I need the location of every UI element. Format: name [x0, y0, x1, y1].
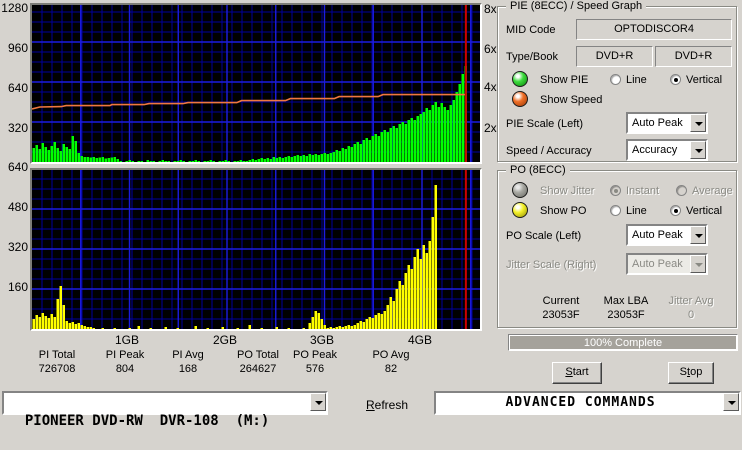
show-pie-led-button[interactable] [512, 71, 528, 87]
stat-value: 168 [178, 363, 198, 375]
stat-label: PI Avg [172, 349, 204, 361]
drive-select-value: PIONEER DVD-RW DVR-108 (M:) [24, 413, 270, 429]
mid-code-field: OPTODISCOR4 [576, 19, 732, 40]
po-line-label: Line [626, 205, 647, 217]
po-scale-dropdown-arrow-icon[interactable] [690, 226, 706, 244]
type-field: DVD+R [576, 46, 653, 67]
start-label-accel: S [565, 366, 573, 378]
speed-accuracy-select[interactable]: Accuracy [626, 139, 708, 161]
jitter-instant-label: Instant [626, 185, 660, 197]
jitter-avg-label: Jitter Avg [668, 295, 714, 307]
pie-y-tick: 960 [7, 41, 28, 55]
po-line-radio[interactable] [610, 205, 621, 216]
start-label: tart [572, 366, 589, 378]
po-graph-canvas [32, 170, 480, 329]
show-speed-led-button[interactable] [512, 91, 528, 107]
stat-value: 576 [305, 363, 325, 375]
show-po-led-button[interactable] [512, 202, 528, 218]
scan-progress-bar: 100% Complete [508, 334, 738, 351]
pie-speed-graph [30, 3, 482, 164]
po-groupbox: PO (8ECC) Show Jitter Instant Average Sh… [497, 164, 737, 328]
speed-accuracy-value: Accuracy [632, 144, 678, 156]
stat-po-peak: PO Peak 576 [275, 349, 355, 375]
po-scale-select[interactable]: Auto Peak [626, 224, 708, 246]
stop-label: S [679, 366, 688, 378]
pie-scale-value: Auto Peak [632, 117, 683, 129]
scan-progress-fill: 100% Complete [510, 336, 736, 349]
show-speed-label: Show Speed [540, 94, 603, 106]
x-axis-tick: 3GB [309, 333, 334, 347]
jitter-scale-select: Auto Peak [626, 253, 708, 275]
po-groupbox-title: PO (8ECC) [506, 164, 570, 176]
po-scale-label: PO Scale (Left) [506, 230, 582, 242]
pie-vertical-label: Vertical [686, 74, 723, 86]
jitter-scale-label: Jitter Scale (Right) [506, 259, 597, 271]
show-po-label: Show PO [540, 205, 587, 217]
pie-line-label: Line [626, 74, 647, 86]
jitter-avg-stat: Jitter Avg 0 [651, 295, 731, 321]
stop-label: op [690, 366, 703, 378]
po-y-tick: 320 [7, 240, 28, 254]
pie-line-radio[interactable] [610, 74, 621, 85]
speed-accuracy-label: Speed / Accuracy [506, 145, 592, 157]
pie-scale-dropdown-arrow-icon[interactable] [690, 114, 706, 132]
po-vertical-label: Vertical [686, 205, 723, 217]
pie-y-tick: 640 [7, 81, 28, 95]
show-pie-label: Show PIE [540, 74, 589, 86]
stat-pi-avg: PI Avg 168 [148, 349, 228, 375]
jitter-scale-value: Auto Peak [632, 258, 683, 270]
stat-value: 82 [384, 363, 398, 375]
drive-select-dropdown-arrow-icon[interactable] [310, 393, 326, 411]
show-jitter-led-button [512, 182, 528, 198]
x-axis-tick: 1GB [114, 333, 139, 347]
mid-code-value: OPTODISCOR4 [614, 23, 694, 35]
advanced-commands-value: ADVANCED COMMANDS [505, 395, 656, 410]
stat-label: PO Avg [372, 349, 410, 361]
type-value: DVD+R [595, 50, 634, 62]
jitter-scale-dropdown-arrow-icon [690, 255, 706, 273]
po-y-tick: 480 [7, 200, 28, 214]
x-axis-tick: 4GB [407, 333, 432, 347]
start-button[interactable]: Start [552, 362, 602, 384]
type-book-label: Type/Book [506, 51, 558, 63]
book-value: DVD+R [674, 50, 713, 62]
pie-scale-select[interactable]: Auto Peak [626, 112, 708, 134]
refresh-label: efresh [374, 398, 409, 412]
po-y-tick: 640 [7, 160, 28, 174]
drive-select[interactable]: PIONEER DVD-RW DVR-108 (M:) [2, 391, 328, 429]
jitter-avg-value: 0 [687, 309, 695, 321]
mid-code-label: MID Code [506, 24, 556, 36]
pie-scale-label: PIE Scale (Left) [506, 118, 584, 130]
po-scale-value: Auto Peak [632, 229, 683, 241]
po-vertical-radio[interactable] [670, 205, 681, 216]
book-field: DVD+R [655, 46, 732, 67]
jitter-instant-radio [610, 185, 621, 196]
stat-label: PO Peak [292, 349, 338, 361]
speed-accuracy-dropdown-arrow-icon[interactable] [690, 141, 706, 159]
pie-y-tick: 1280 [1, 1, 28, 15]
pie-graph-canvas [31, 5, 480, 162]
stop-button[interactable]: Stop [668, 362, 714, 384]
jitter-average-radio [676, 185, 687, 196]
advanced-commands-select[interactable]: ADVANCED COMMANDS [434, 391, 741, 415]
advanced-commands-dropdown-arrow-icon[interactable] [723, 393, 739, 411]
refresh-button[interactable]: Refresh [366, 398, 408, 412]
refresh-label-accel: R [366, 398, 375, 412]
pie-groupbox-title: PIE (8ECC) / Speed Graph [506, 0, 647, 12]
po-y-tick: 160 [7, 280, 28, 294]
show-jitter-label: Show Jitter [540, 185, 595, 197]
disc-quality-scanner-window: { "colors": { "window_bg": "#d6d3ce", "g… [0, 0, 742, 429]
stat-po-avg: PO Avg 82 [351, 349, 431, 375]
scan-progress-label: 100% Complete [583, 337, 663, 349]
jitter-average-label: Average [692, 185, 733, 197]
pie-speed-groupbox: PIE (8ECC) / Speed Graph MID Code OPTODI… [497, 0, 737, 162]
po-graph [30, 168, 482, 331]
pie-y-tick: 320 [7, 121, 28, 135]
x-axis-tick: 2GB [212, 333, 237, 347]
pie-vertical-radio[interactable] [670, 74, 681, 85]
